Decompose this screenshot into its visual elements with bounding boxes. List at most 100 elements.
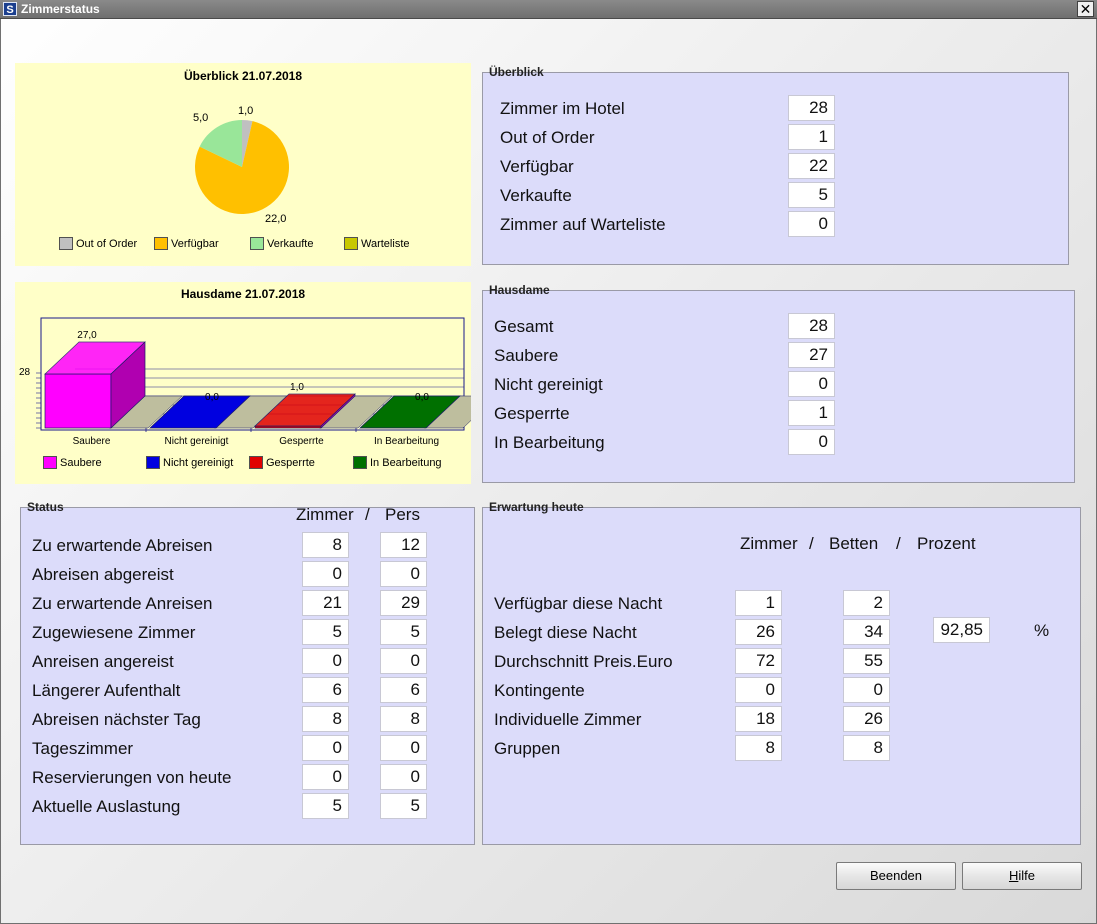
expectation-rooms-field[interactable]: 26 (735, 619, 782, 645)
status-persons-field[interactable]: 0 (380, 764, 427, 790)
status-label: Längerer Aufenthalt (32, 681, 181, 700)
bar-legend-saubere: Saubere (43, 456, 102, 469)
status-label: Reservierungen von heute (32, 768, 232, 787)
expectation-beds-field[interactable]: 34 (843, 619, 890, 645)
status-rooms-field[interactable]: 0 (302, 735, 349, 761)
status-persons-field[interactable]: 6 (380, 677, 427, 703)
status-rooms-field[interactable]: 5 (302, 619, 349, 645)
status-label: Zu erwartende Anreisen (32, 594, 213, 613)
status-persons-field[interactable]: 29 (380, 590, 427, 616)
expectation-label: Belegt diese Nacht (494, 623, 637, 642)
status-persons-field[interactable]: 0 (380, 648, 427, 674)
status-rooms-field[interactable]: 0 (302, 764, 349, 790)
housekeeping-value-field[interactable]: 0 (788, 429, 835, 455)
expectation-rooms-field[interactable]: 8 (735, 735, 782, 761)
legend-swatch (146, 456, 160, 469)
expectation-rooms-field[interactable]: 72 (735, 648, 782, 674)
bar-category-label: Nicht gereinigt (165, 436, 229, 447)
bar-chart: 27,0 Saubere 0,0 Nicht gereinigt 1,0 Gesperrt… (19, 317, 471, 447)
status-rooms-field[interactable]: 21 (302, 590, 349, 616)
status-persons-field[interactable]: 0 (380, 561, 427, 587)
pie-legend-out-of-order: Out of Order (59, 237, 137, 250)
expectation-label: Verfügbar diese Nacht (494, 594, 663, 613)
legend-swatch (353, 456, 367, 469)
help-button-mnemonic: H (1008, 868, 1019, 883)
status-rooms-field[interactable]: 0 (302, 648, 349, 674)
overview-value-field[interactable]: 22 (788, 153, 835, 179)
status-group: Status Zimmer / Pers Zu erwartende Abrei… (20, 500, 475, 845)
expectation-beds-field[interactable]: 55 (843, 648, 890, 674)
overview-label: Zimmer im Hotel (500, 99, 625, 118)
bar-category-label: In Bearbeitung (374, 436, 439, 447)
status-persons-field[interactable]: 8 (380, 706, 427, 732)
housekeeping-value-field[interactable]: 28 (788, 313, 835, 339)
bar-value-label: 0,0 (415, 392, 429, 403)
status-label: Zugewiesene Zimmer (32, 623, 196, 642)
overview-value-field[interactable]: 28 (788, 95, 835, 121)
status-header-rooms: Zimmer (296, 505, 354, 524)
housekeeping-label: Gesamt (494, 317, 554, 336)
bar-value-label: 0,0 (205, 392, 219, 403)
expectation-header-percent: Prozent (917, 534, 976, 553)
housekeeping-value-field[interactable]: 27 (788, 342, 835, 368)
help-button-label: ilfe (1018, 868, 1035, 883)
status-rooms-field[interactable]: 6 (302, 677, 349, 703)
title-bar: S Zimmerstatus ✕ (0, 0, 1097, 19)
status-rooms-field[interactable]: 0 (302, 561, 349, 587)
status-persons-field[interactable]: 12 (380, 532, 427, 558)
housekeeping-label: Nicht gereinigt (494, 375, 603, 394)
status-persons-field[interactable]: 0 (380, 735, 427, 761)
legend-label: Out of Order (76, 238, 138, 250)
pie-legend-verkaufte: Verkaufte (250, 237, 313, 250)
expectation-header-rooms: Zimmer (740, 534, 798, 553)
bar-chart-panel: Hausdame 21.07.2018 27,0 Saubere 0,0 Nicht … (15, 282, 471, 484)
legend-swatch (344, 237, 358, 250)
expectation-header-separator-1: / (809, 534, 814, 553)
overview-value-field[interactable]: 0 (788, 211, 835, 237)
close-button[interactable]: Beenden (836, 862, 956, 890)
expectation-label: Kontingente (494, 681, 585, 700)
help-button[interactable]: Hilfe (962, 862, 1082, 890)
expectation-rooms-field[interactable]: 0 (735, 677, 782, 703)
housekeeping-group: Hausdame Gesamt 28 Saubere 27 Nicht gereinig… (482, 283, 1075, 483)
expectation-beds-field[interactable]: 26 (843, 706, 890, 732)
pie-legend-verfuegbar: Verfügbar (154, 237, 219, 250)
expectation-beds-field[interactable]: 0 (843, 677, 890, 703)
legend-swatch (43, 456, 57, 469)
overview-label: Verkaufte (500, 186, 572, 205)
bar-legend-gesperrte: Gesperrte (249, 456, 315, 469)
expectation-beds-field[interactable]: 8 (843, 735, 890, 761)
overview-group: Überblick Zimmer im Hotel 28 Out of Order 1… (482, 65, 1069, 265)
bar-value-label: 1,0 (290, 382, 304, 393)
housekeeping-value-field[interactable]: 1 (788, 400, 835, 426)
expectation-rooms-field[interactable]: 18 (735, 706, 782, 732)
bar-category-label: Gesperrte (279, 436, 324, 447)
status-rooms-field[interactable]: 8 (302, 532, 349, 558)
expectation-header-separator-2: / (896, 534, 901, 553)
bar-category-label: Saubere (73, 436, 111, 447)
close-window-button[interactable]: ✕ (1077, 1, 1094, 17)
status-persons-field[interactable]: 5 (380, 619, 427, 645)
housekeeping-value-field[interactable]: 0 (788, 371, 835, 397)
expectation-rooms-field[interactable]: 1 (735, 590, 782, 616)
occupancy-percent-field[interactable]: 92,85 (933, 617, 990, 643)
legend-label: Gesperrte (266, 457, 315, 469)
pie-legend-warteliste: Warteliste (344, 237, 410, 250)
status-label: Abreisen nächster Tag (32, 710, 201, 729)
housekeeping-label: Gesperrte (494, 404, 570, 423)
status-rooms-field[interactable]: 5 (302, 793, 349, 819)
overview-value-field[interactable]: 5 (788, 182, 835, 208)
overview-group-title: Überblick (489, 65, 544, 79)
expectation-label: Individuelle Zimmer (494, 710, 642, 729)
status-label: Abreisen abgereist (32, 565, 174, 584)
status-persons-field[interactable]: 5 (380, 793, 427, 819)
status-label: Anreisen angereist (32, 652, 174, 671)
status-label: Aktuelle Auslastung (32, 797, 181, 816)
legend-label: Verkaufte (267, 238, 314, 250)
status-rooms-field[interactable]: 8 (302, 706, 349, 732)
overview-label: Zimmer auf Warteliste (500, 215, 666, 234)
overview-value-field[interactable]: 1 (788, 124, 835, 150)
expectation-beds-field[interactable]: 2 (843, 590, 890, 616)
overview-label: Verfügbar (500, 157, 574, 176)
expectation-group-title: Erwartung heute (489, 500, 584, 514)
